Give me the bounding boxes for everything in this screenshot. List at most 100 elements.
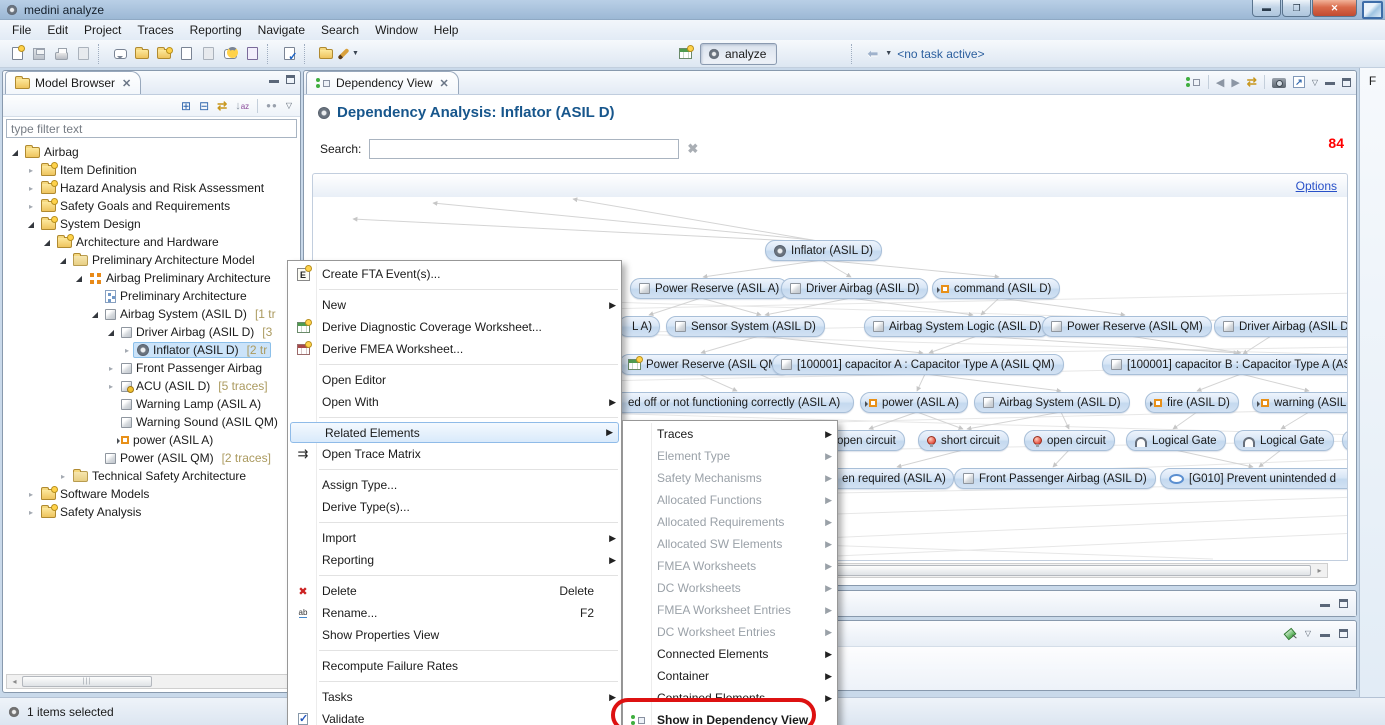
export-icon[interactable] (1293, 76, 1305, 88)
tree-item-hazard-analysis-and-risk-assessment[interactable]: ▸Hazard Analysis and Risk Assessment (3, 179, 300, 197)
menu-item-allocated-functions[interactable]: Allocated Functions▶ (623, 489, 837, 511)
menu-item-related-elements[interactable]: Related Elements▶ (290, 422, 619, 443)
toolbar-icon-folder-open[interactable] (315, 43, 337, 65)
expand-arrow-icon[interactable]: ▸ (25, 184, 37, 193)
menu-item-connected-elements[interactable]: Connected Elements▶ (623, 643, 837, 665)
graph-node[interactable]: Power Reserve (ASIL QM) (1042, 316, 1212, 337)
collapse-arrow-icon[interactable]: ◢ (25, 220, 37, 229)
graph-node[interactable]: Inflator (ASIL D) (765, 240, 882, 261)
maximize-panel-icon[interactable] (1339, 629, 1348, 638)
tree-item-driver-airbag-asil-d[interactable]: ◢Driver Airbag (ASIL D)[3 (3, 323, 300, 341)
tree-item-warning-lamp-asil-a[interactable]: Warning Lamp (ASIL A) (3, 395, 300, 413)
tree-item-acu-asil-d[interactable]: ▸ACU (ASIL D)[5 traces] (3, 377, 300, 395)
menu-item-derive-diagnostic-coverage-worksheet[interactable]: Derive Diagnostic Coverage Worksheet... (288, 316, 621, 338)
menu-item-fmea-worksheets[interactable]: FMEA Worksheets▶ (623, 555, 837, 577)
tree-item-preliminary-architecture[interactable]: Preliminary Architecture (3, 287, 300, 305)
tree-item-software-models[interactable]: ▸Software Models (3, 485, 300, 503)
menu-item-derive-type-s[interactable]: Derive Type(s)... (288, 496, 621, 518)
menu-project[interactable]: Project (76, 20, 129, 40)
minimize-panel-icon[interactable] (269, 80, 279, 83)
menu-file[interactable]: File (4, 20, 39, 40)
graph-node[interactable]: fire (ASIL D) (1145, 392, 1239, 413)
maximize-panel-icon[interactable] (1342, 78, 1351, 87)
filter-input[interactable] (6, 119, 297, 138)
graph-node[interactable]: [100001] capacitor A : Capacitor Type A … (772, 354, 1064, 375)
clear-search-icon[interactable]: ✖ (687, 141, 698, 157)
view-menu-chevron-icon[interactable]: ▽ (1305, 629, 1311, 638)
tree-item-safety-analysis[interactable]: ▸Safety Analysis (3, 503, 300, 521)
expand-all-icon[interactable]: ⊞ (181, 99, 191, 113)
menu-item-rename[interactable]: Rename...F2 (288, 602, 621, 624)
tree-item-system-design[interactable]: ◢System Design (3, 215, 300, 233)
menu-item-dc-worksheet-entries[interactable]: DC Worksheet Entries▶ (623, 621, 837, 643)
collapse-arrow-icon[interactable]: ◢ (9, 148, 21, 157)
toolbar-icon-validate[interactable] (278, 43, 300, 65)
task-dropdown-chevron-icon[interactable]: ▼ (885, 50, 892, 57)
close-window-button[interactable]: ✕ (1312, 0, 1357, 17)
expand-arrow-icon[interactable]: ▸ (121, 346, 133, 355)
menu-item-allocated-requirements[interactable]: Allocated Requirements▶ (623, 511, 837, 533)
graph-node[interactable]: command (ASIL D) (932, 278, 1060, 299)
tree-item-airbag-system-asil-d[interactable]: ◢Airbag System (ASIL D)[1 tr (3, 305, 300, 323)
previous-task-icon[interactable]: ⬅ (867, 46, 878, 62)
tree-item-safety-goals-and-requirements[interactable]: ▸Safety Goals and Requirements (3, 197, 300, 215)
tree-item-front-passenger-airbag[interactable]: ▸Front Passenger Airbag (3, 359, 300, 377)
tree-item-technical-safety-architecture[interactable]: ▸Technical Safety Architecture (3, 467, 300, 485)
menu-traces[interactable]: Traces (129, 20, 181, 40)
menu-item-traces[interactable]: Traces▶ (623, 423, 837, 445)
expand-arrow-icon[interactable]: ▸ (25, 508, 37, 517)
toolbar-icon-report[interactable] (72, 43, 94, 65)
collapse-arrow-icon[interactable]: ◢ (57, 256, 69, 265)
graph-node[interactable]: power (ASIL A) (860, 392, 968, 413)
tree-item-warning-sound-asil-qm[interactable]: Warning Sound (ASIL QM) (3, 413, 300, 431)
graph-node[interactable]: L A) (618, 316, 660, 337)
graph-node[interactable]: Airbag System (ASIL D) (974, 392, 1130, 413)
menu-window[interactable]: Window (367, 20, 426, 40)
minimize-panel-icon[interactable] (1325, 82, 1335, 85)
menu-item-validate[interactable]: Validate (288, 708, 621, 725)
graph-node[interactable]: [100001] capacitor B : Capacitor Type A … (1102, 354, 1348, 375)
maximize-panel-icon[interactable] (286, 75, 295, 84)
tree-item-item-definition[interactable]: ▸Item Definition (3, 161, 300, 179)
tree-item-airbag-preliminary-architecture[interactable]: ◢Airbag Preliminary Architecture (3, 269, 300, 287)
graph-node[interactable]: Front Passenger Airbag (ASIL D) (954, 468, 1156, 489)
minimize-panel-icon[interactable] (1320, 634, 1330, 637)
collapse-arrow-icon[interactable]: ◢ (89, 310, 101, 319)
graph-node[interactable]: short circuit (918, 430, 1009, 451)
model-browser-hscrollbar[interactable]: ◂ ||| ▸ (6, 674, 298, 689)
tab-model-browser[interactable]: Model Browser ✕ (5, 71, 141, 94)
close-tab-icon[interactable]: ✕ (440, 77, 449, 90)
menu-item-container[interactable]: Container▶ (623, 665, 837, 687)
toolbar-icon-page-edit[interactable] (197, 43, 219, 65)
menu-item-import[interactable]: Import▶ (288, 527, 621, 549)
menu-item-fmea-worksheet-entries[interactable]: FMEA Worksheet Entries▶ (623, 599, 837, 621)
menu-item-allocated-sw-elements[interactable]: Allocated SW Elements▶ (623, 533, 837, 555)
menu-reporting[interactable]: Reporting (182, 20, 250, 40)
pin-icon[interactable] (1284, 628, 1296, 640)
restore-window-button[interactable]: ❐ (1282, 0, 1311, 17)
perspective-analyze-button[interactable]: analyze (700, 43, 777, 65)
open-perspective-icon[interactable] (679, 48, 692, 59)
expand-arrow-icon[interactable]: ▸ (25, 202, 37, 211)
menu-item-open-editor[interactable]: Open Editor (288, 369, 621, 391)
toolbar-icon-folder-history[interactable] (153, 43, 175, 65)
toolbar-icon-new-wizard[interactable] (6, 43, 28, 65)
graph-node[interactable]: Airbag System Logic (ASIL D) (864, 316, 1050, 337)
view-menu-chevron-icon[interactable]: ▽ (1312, 78, 1318, 87)
close-tab-icon[interactable]: ✕ (122, 77, 131, 90)
filters-icon[interactable]: ●● (266, 101, 278, 110)
screenshot-icon[interactable] (1272, 78, 1286, 88)
search-input[interactable] (369, 139, 679, 159)
tree-item-power-asil-qm[interactable]: Power (ASIL QM)[2 traces] (3, 449, 300, 467)
expand-arrow-icon[interactable]: ▸ (105, 364, 117, 373)
menu-item-open-with[interactable]: Open With▶ (288, 391, 621, 413)
graph-node[interactable]: Driver Airbag (ASIL D) (781, 278, 928, 299)
link-with-editor-icon[interactable]: ⇄ (217, 99, 227, 113)
dependency-mode-icon[interactable] (1186, 76, 1201, 88)
toolbar-icon-print[interactable] (50, 43, 72, 65)
collapse-arrow-icon[interactable]: ◢ (105, 328, 117, 337)
collapse-arrow-icon[interactable]: ◢ (73, 274, 85, 283)
menu-item-new[interactable]: New▶ (288, 294, 621, 316)
menu-item-delete[interactable]: DeleteDelete (288, 580, 621, 602)
menu-item-assign-type[interactable]: Assign Type... (288, 474, 621, 496)
